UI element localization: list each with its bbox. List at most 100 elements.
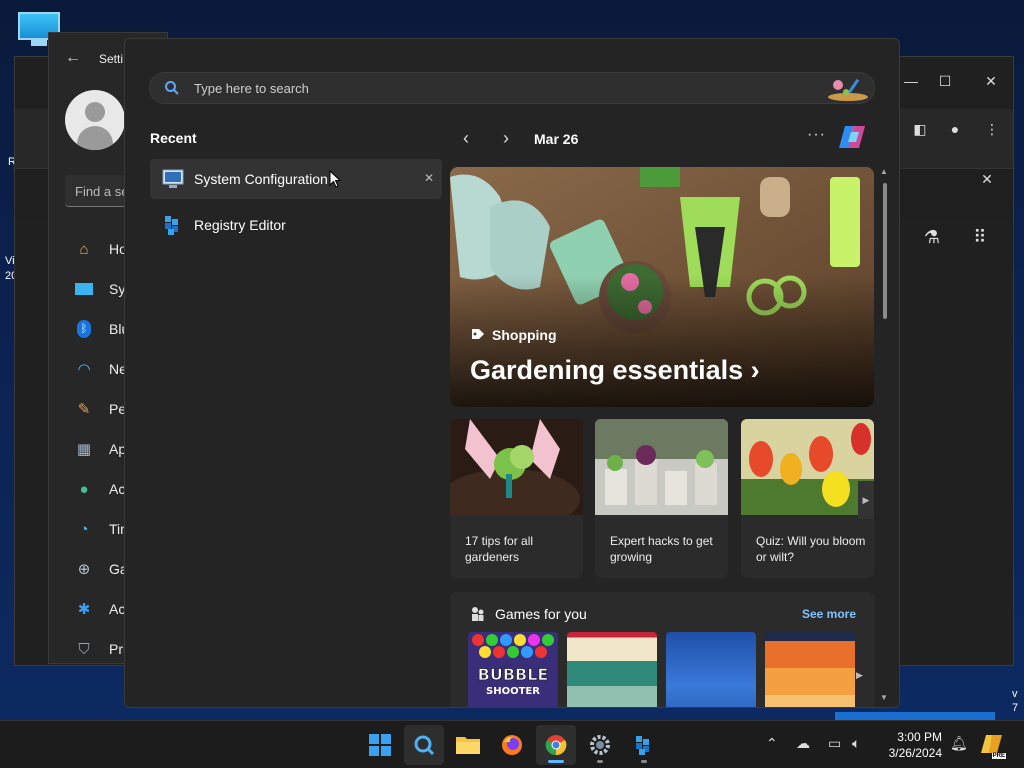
copilot-preview-button[interactable]: PRE [980, 733, 1006, 759]
taskbar-clock[interactable]: 3:00 PM 3/26/2024 [872, 729, 942, 761]
progress-strip [835, 712, 995, 720]
chess-icon [472, 607, 484, 621]
game-title-text: BUBBLE [478, 665, 549, 684]
regedit-icon [636, 736, 649, 755]
settings-taskbar-button[interactable] [580, 725, 620, 765]
desktop-text: 7 [1012, 702, 1019, 714]
start-button[interactable] [360, 725, 400, 765]
accessibility-icon: ✱ [77, 601, 91, 618]
scroll-down-icon[interactable]: ▼ [880, 693, 888, 702]
mouse-cursor-icon [329, 170, 341, 188]
system-icon [73, 279, 95, 299]
search-icon [165, 81, 179, 95]
file-explorer-button[interactable] [448, 725, 488, 765]
see-more-link[interactable]: See more [802, 607, 856, 621]
game-tile[interactable] [567, 632, 657, 707]
maximize-icon[interactable]: ☐ [925, 73, 965, 90]
home-icon: ⌂ [79, 240, 89, 258]
news-card[interactable]: Quiz: Will you bloom or wilt? [741, 419, 874, 578]
firefox-button[interactable] [492, 725, 532, 765]
scroll-right-icon[interactable]: ▶ [858, 481, 874, 519]
tag-icon [472, 329, 484, 339]
network-icon[interactable]: ▭ [828, 735, 841, 752]
clock-date: 3/26/2024 [888, 746, 942, 760]
back-arrow-icon[interactable]: ← [65, 49, 81, 67]
recent-item-label: Registry Editor [194, 217, 286, 233]
hero-headline: Gardening essentials › [470, 355, 760, 386]
search-placeholder: Type here to search [194, 81, 309, 96]
card-caption: 17 tips for all gardeners [465, 534, 534, 564]
games-section: Games for you See more BUBBLE SHOOTER ▶ [450, 592, 874, 707]
accounts-icon: ● [79, 480, 89, 498]
msconfig-icon [162, 169, 184, 188]
hero-card[interactable]: Shopping Gardening essentials › [450, 167, 874, 407]
clock-time: 3:00 PM [897, 730, 942, 744]
recent-item-registry-editor[interactable]: Registry Editor [150, 205, 442, 245]
hero-headline-text: Gardening essentials [470, 355, 744, 385]
onedrive-icon[interactable]: ☁ [796, 735, 810, 752]
close-icon[interactable]: ✕ [971, 73, 1011, 90]
sidebar-icon[interactable]: ◧ [900, 121, 940, 138]
running-indicator [641, 760, 647, 763]
scroll-thumb[interactable] [883, 183, 887, 319]
close-icon[interactable]: ✕ [967, 171, 1007, 188]
game-tile[interactable] [765, 632, 855, 707]
previous-arrow-icon[interactable]: ‹ [463, 128, 469, 149]
start-menu: Type here to search Recent System Config… [124, 38, 900, 708]
apps-icon: ▦ [76, 441, 92, 458]
registry-editor-taskbar-button[interactable] [624, 725, 664, 765]
chevron-up-icon[interactable]: ⌃ [766, 735, 778, 752]
shield-icon: ⛉ [78, 640, 90, 658]
regedit-icon [165, 216, 178, 235]
game-subtitle-text: SHOOTER [486, 686, 540, 697]
card-caption: Quiz: Will you bloom or wilt? [756, 534, 866, 564]
remove-icon[interactable]: ✕ [424, 171, 434, 185]
notification-bell-icon[interactable]: 🔔︎ [950, 735, 968, 752]
firefox-icon [502, 735, 522, 755]
search-taskbar-button[interactable] [404, 725, 444, 765]
news-card[interactable]: Expert hacks to get growing [595, 419, 728, 578]
volume-icon[interactable]: 🔈︎ [852, 735, 860, 752]
card-caption: Expert hacks to get growing [610, 534, 713, 564]
apps-grid-icon[interactable]: ⠿ [960, 227, 1000, 248]
next-arrow-icon[interactable]: › [503, 128, 509, 149]
gear-icon [590, 735, 610, 755]
news-feed: Shopping Gardening essentials › 17 tips … [450, 167, 874, 707]
more-options-icon[interactable]: ··· [807, 126, 826, 144]
card-row: 17 tips for all gardeners Expert hacks t… [450, 419, 874, 579]
avatar[interactable] [65, 90, 125, 150]
profile-icon[interactable]: ● [935, 121, 975, 137]
game-tile[interactable]: BUBBLE SHOOTER [468, 632, 558, 707]
start-search-box[interactable]: Type here to search [149, 72, 875, 104]
desktop-text: v [1012, 688, 1018, 700]
time-icon: ◔ [79, 520, 89, 538]
recent-heading: Recent [150, 130, 197, 146]
scroll-right-icon[interactable]: ▶ [856, 670, 863, 681]
feed-date: Mar 26 [534, 131, 579, 147]
search-highlight-icon [828, 78, 868, 101]
scroll-up-icon[interactable]: ▲ [880, 167, 888, 176]
taskbar: ⌃ ☁ ▭ 🔈︎ 3:00 PM 3/26/2024 🔔︎ PRE [0, 720, 1024, 768]
windows-icon [369, 734, 391, 756]
chrome-button[interactable] [536, 725, 576, 765]
bluetooth-icon: ᛒ [73, 319, 95, 339]
game-tile[interactable] [666, 632, 756, 707]
gaming-icon: ⊕ [77, 561, 91, 578]
bubble-shooter-thumbnail: BUBBLE SHOOTER [468, 632, 558, 707]
card-image [450, 419, 583, 529]
labs-icon[interactable]: ⚗ [912, 227, 952, 248]
card-image [595, 419, 728, 515]
recent-item-system-configuration[interactable]: System Configuration ✕ [150, 159, 442, 199]
chrome-icon [545, 735, 567, 756]
feed-header: ‹ › Mar 26 ··· [461, 126, 873, 152]
preview-badge: PRE [991, 753, 1006, 759]
feed-scrollbar[interactable]: ▲ ▼ [878, 167, 892, 707]
hero-tag: Shopping [492, 327, 557, 343]
recent-item-label: System Configuration [194, 171, 328, 187]
search-icon [414, 735, 435, 756]
news-card[interactable]: 17 tips for all gardeners [450, 419, 583, 578]
menu-dots-icon[interactable]: ⋮ [972, 121, 1012, 138]
chevron-right-icon: › [750, 355, 760, 385]
copilot-icon[interactable] [837, 122, 869, 152]
settings-title: Setti [99, 52, 124, 66]
